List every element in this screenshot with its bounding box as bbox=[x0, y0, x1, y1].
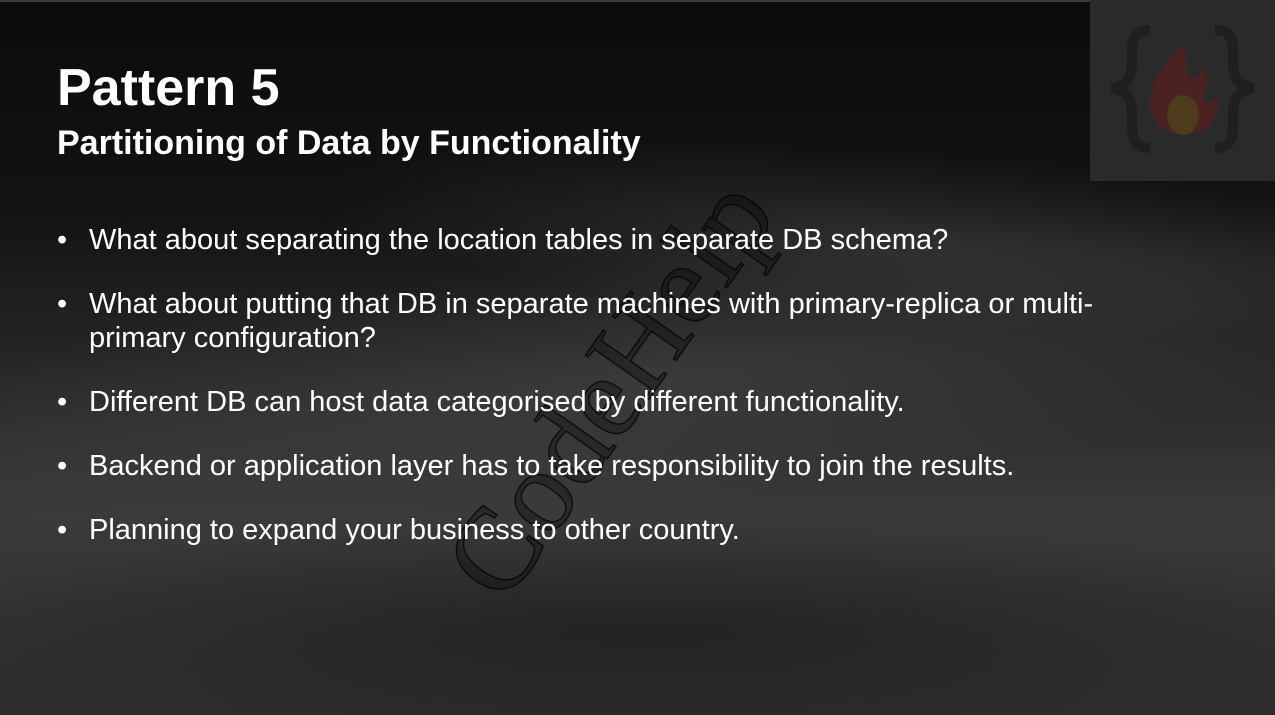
slide-title: Pattern 5 bbox=[57, 59, 280, 117]
bullet-text: Backend or application layer has to take… bbox=[89, 450, 1015, 482]
bullet-text: Planning to expand your business to othe… bbox=[89, 514, 740, 546]
bullet-text: What about separating the location table… bbox=[89, 224, 949, 256]
bullet-text: Different DB can host data categorised b… bbox=[89, 386, 905, 418]
bullet-icon: • bbox=[57, 514, 68, 546]
bullet-icon: • bbox=[57, 386, 68, 418]
bullet-text: What about putting that DB in separate m… bbox=[89, 288, 1094, 354]
bullet-icon: • bbox=[57, 224, 68, 256]
slide: Pattern 5 Partitioning of Data by Functi… bbox=[0, 0, 1275, 715]
top-border bbox=[0, 0, 1275, 2]
bullet-item: • What about putting that DB in separate … bbox=[57, 287, 1149, 355]
braces-fire-icon bbox=[1110, 25, 1255, 153]
logo bbox=[1090, 0, 1275, 181]
slide-subtitle: Partitioning of Data by Functionality bbox=[57, 124, 641, 162]
bullet-icon: • bbox=[57, 288, 68, 320]
bullet-icon: • bbox=[57, 450, 68, 482]
bullet-item: • Backend or application layer has to tak… bbox=[57, 449, 1157, 483]
bullet-item: • Different DB can host data categorised … bbox=[57, 385, 1157, 419]
bullet-list: • What about separating the location tabl… bbox=[57, 223, 1157, 577]
bullet-item: • Planning to expand your business to oth… bbox=[57, 513, 1157, 547]
bullet-item: • What about separating the location tabl… bbox=[57, 223, 1157, 257]
